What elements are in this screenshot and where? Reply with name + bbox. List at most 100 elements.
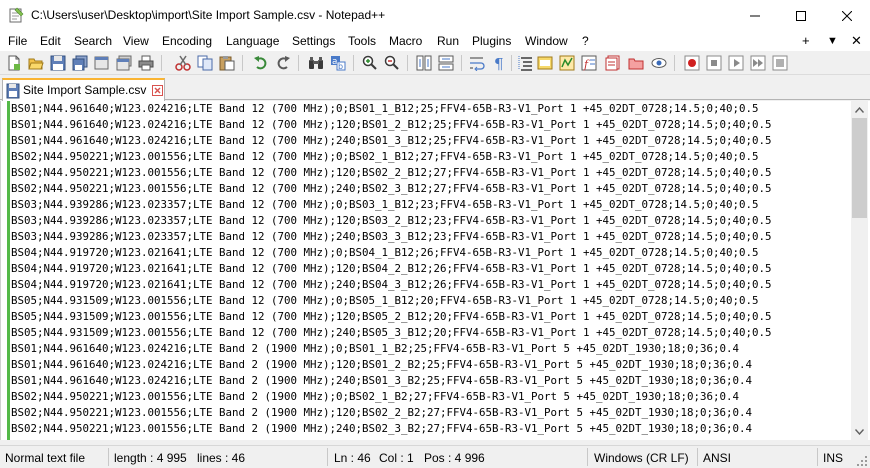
zoom-in-icon[interactable] [362,55,378,71]
paste-icon[interactable] [219,55,235,71]
editor-line[interactable]: BS01;N44.961640;W123.024216;LTE Band 2 (… [11,357,851,373]
editor-line[interactable]: BS05;N44.931509;W123.001556;LTE Band 12 … [11,309,851,325]
toolbar-separator [161,55,162,71]
menu-edit[interactable]: Edit [40,34,61,48]
menu-run[interactable]: Run [437,34,459,48]
menu-search[interactable]: Search [74,34,112,48]
file-saved-icon [6,83,20,99]
editor-line[interactable]: BS03;N44.939286;W123.023357;LTE Band 12 … [11,197,851,213]
toolbar: ab ¶ f [0,51,870,75]
editor-line[interactable]: BS04;N44.919720;W123.021641;LTE Band 12 … [11,277,851,293]
menu-view[interactable]: View [123,34,149,48]
editor-line[interactable]: BS02;N44.950221;W123.001556;LTE Band 12 … [11,149,851,165]
udl-icon[interactable] [537,55,553,71]
save-macro-icon[interactable] [772,55,788,71]
editor-line[interactable]: BS05;N44.931509;W123.001556;LTE Band 12 … [11,325,851,341]
change-history-marker [7,101,10,440]
scroll-thumb[interactable] [852,118,867,218]
editor-line[interactable]: BS02;N44.950221;W123.001556;LTE Band 2 (… [11,421,851,437]
maximize-icon [796,10,806,21]
find-icon[interactable] [308,55,324,71]
menu-window[interactable]: Window [525,34,568,48]
editor-line[interactable]: BS03;N44.939286;W123.023357;LTE Band 12 … [11,229,851,245]
sync-vertical-icon[interactable] [416,55,432,71]
cut-icon[interactable] [175,55,191,71]
undo-icon[interactable] [253,55,269,71]
word-wrap-icon[interactable] [469,55,485,71]
show-all-chars-icon[interactable]: ¶ [491,55,507,71]
toolbar-separator [407,55,408,71]
doc-map-icon[interactable] [559,55,575,71]
status-eol: Windows (CR LF) [594,451,689,465]
status-insert-mode: INS [823,451,844,465]
editor-line[interactable]: BS04;N44.919720;W123.021641;LTE Band 12 … [11,245,851,261]
maximize-button[interactable] [778,0,824,31]
tab-close-icon[interactable] [152,85,163,96]
menu-language[interactable]: Language [226,34,279,48]
toolbar-separator [461,55,462,71]
editor-line[interactable]: BS04;N44.919720;W123.021641;LTE Band 12 … [11,261,851,277]
editor-line[interactable]: BS02;N44.950221;W123.001556;LTE Band 2 (… [11,389,851,405]
stop-macro-icon[interactable] [706,55,722,71]
indent-guide-icon[interactable] [517,55,533,71]
notepad-plus-plus-icon [9,7,24,23]
status-pos: Pos : 4 996 [424,451,485,465]
menu-file[interactable]: File [8,34,27,48]
copy-icon[interactable] [197,55,213,71]
resize-grip-icon[interactable] [856,455,868,467]
menu-encoding[interactable]: Encoding [162,34,212,48]
menu-help[interactable]: ? [582,34,589,48]
editor-line[interactable]: BS01;N44.961640;W123.024216;LTE Band 2 (… [11,341,851,357]
play-macro-icon[interactable] [728,55,744,71]
scroll-up-button[interactable] [851,101,868,118]
title-bar[interactable]: C:\Users\user\Desktop\import\Site Import… [0,0,870,31]
close-document-button[interactable]: ✕ [851,33,862,49]
function-list-icon[interactable]: f [581,55,597,71]
new-file-icon[interactable] [6,55,22,71]
sync-horizontal-icon[interactable] [438,55,454,71]
editor-line[interactable]: BS01;N44.961640;W123.024216;LTE Band 12 … [11,101,851,117]
monitoring-icon[interactable] [651,55,667,71]
new-tab-button[interactable]: + [802,33,810,48]
replace-icon[interactable]: ab [330,55,346,71]
menu-macro[interactable]: Macro [389,34,422,48]
editor-line[interactable]: BS05;N44.931509;W123.001556;LTE Band 12 … [11,293,851,309]
toolbar-separator [298,55,299,71]
menu-plugins[interactable]: Plugins [472,34,511,48]
editor-lines[interactable]: BS01;N44.961640;W123.024216;LTE Band 12 … [11,101,851,440]
editor-line[interactable]: BS01;N44.961640;W123.024216;LTE Band 12 … [11,133,851,149]
vertical-scrollbar[interactable] [851,101,868,440]
tab-list-dropdown[interactable]: ▼ [827,35,838,47]
editor-line[interactable]: BS02;N44.950221;W123.001556;LTE Band 2 (… [11,405,851,421]
zoom-out-icon[interactable] [384,55,400,71]
save-icon[interactable] [50,55,66,71]
open-file-icon[interactable] [28,55,44,71]
editor-line[interactable]: BS01;N44.961640;W123.024216;LTE Band 12 … [11,117,851,133]
document-list-icon[interactable] [605,55,621,71]
tab-site-import-sample[interactable]: Site Import Sample.csv [2,78,165,101]
editor-line[interactable]: BS02;N44.950221;W123.001556;LTE Band 12 … [11,165,851,181]
minimize-button[interactable] [732,0,778,31]
status-col: Col : 1 [379,451,414,465]
close-icon [842,10,852,21]
editor-line[interactable]: BS02;N44.950221;W123.001556;LTE Band 12 … [11,181,851,197]
svg-text:b: b [338,62,343,71]
print-icon[interactable] [138,55,154,71]
save-all-icon[interactable] [72,55,88,71]
text-editor[interactable]: BS01;N44.961640;W123.024216;LTE Band 12 … [0,101,870,440]
status-doc-type: Normal text file [5,451,86,465]
redo-icon[interactable] [275,55,291,71]
status-lines: lines : 46 [197,451,246,465]
menu-settings[interactable]: Settings [292,34,335,48]
editor-line[interactable]: BS03;N44.939286;W123.023357;LTE Band 12 … [11,213,851,229]
folder-workspace-icon[interactable] [628,55,644,71]
status-length: length : 4 995 [114,451,187,465]
run-macro-multiple-icon[interactable] [750,55,766,71]
record-macro-icon[interactable] [684,55,700,71]
scroll-down-button[interactable] [851,423,868,440]
close-window-button[interactable] [824,0,870,31]
close-file-icon[interactable] [94,55,110,71]
close-all-icon[interactable] [116,55,132,71]
menu-tools[interactable]: Tools [348,34,376,48]
editor-line[interactable]: BS01;N44.961640;W123.024216;LTE Band 2 (… [11,373,851,389]
